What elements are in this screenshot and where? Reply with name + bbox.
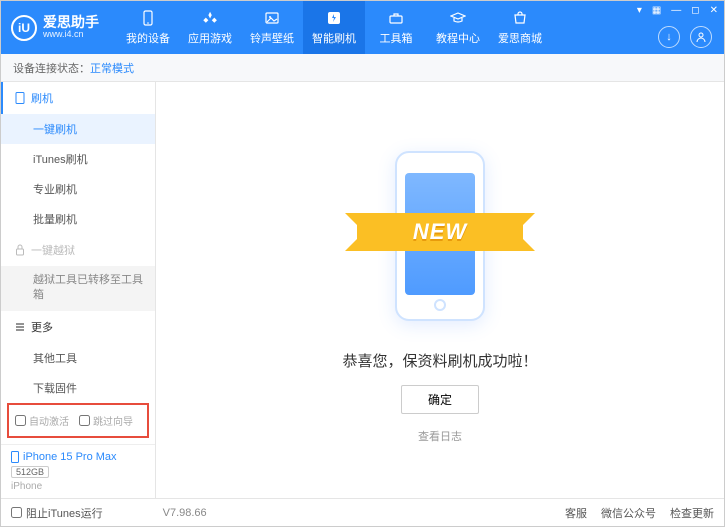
sidebar-item-download-firmware[interactable]: 下载固件 — [1, 373, 155, 397]
phone-illustration: NEW — [375, 136, 505, 336]
sidebar-item-itunes-flash[interactable]: iTunes刷机 — [1, 144, 155, 174]
device-phone-icon — [11, 451, 19, 463]
menu-icon[interactable]: ▾ — [637, 5, 642, 16]
sidebar-jailbreak-note: 越狱工具已转移至工具箱 — [1, 266, 155, 311]
view-log-link[interactable]: 查看日志 — [418, 428, 462, 444]
device-capacity: 512GB — [11, 466, 49, 478]
nav-label: 爱思商城 — [498, 30, 542, 46]
close-button[interactable]: ✕ — [710, 5, 718, 16]
nav-toolbox[interactable]: 工具箱 — [365, 1, 427, 54]
connection-status-bar: 设备连接状态： 正常模式 — [1, 54, 724, 82]
nav-tutorials[interactable]: 教程中心 — [427, 1, 489, 54]
sidebar-item-batch-flash[interactable]: 批量刷机 — [1, 204, 155, 234]
phone-small-icon — [15, 92, 25, 104]
nav-label: 我的设备 — [126, 30, 170, 46]
device-name: iPhone 15 Pro Max — [23, 451, 117, 463]
auto-activate-checkbox[interactable]: 自动激活 — [15, 413, 69, 428]
image-icon — [263, 9, 281, 27]
toolbox-icon — [387, 9, 405, 27]
footer-wechat[interactable]: 微信公众号 — [601, 505, 656, 521]
sidebar-group-jailbreak: 一键越狱 — [1, 234, 155, 266]
status-mode: 正常模式 — [90, 60, 134, 76]
nav-apps-games[interactable]: 应用游戏 — [179, 1, 241, 54]
nav-label: 工具箱 — [380, 30, 413, 46]
nav-smart-flash[interactable]: 智能刷机 — [303, 1, 365, 54]
title-bar: iU 爱思助手 www.i4.cn 我的设备 应用游戏 铃声壁纸 智能刷机 — [1, 1, 724, 54]
app-logo: iU 爱思助手 www.i4.cn — [11, 15, 99, 41]
skin-icon[interactable]: ▦ — [652, 5, 661, 16]
download-button[interactable]: ↓ — [658, 26, 680, 48]
nav-label: 铃声壁纸 — [250, 30, 294, 46]
store-icon — [511, 9, 529, 27]
sidebar-item-pro-flash[interactable]: 专业刷机 — [1, 174, 155, 204]
ok-button[interactable]: 确定 — [401, 385, 479, 414]
main-nav: 我的设备 应用游戏 铃声壁纸 智能刷机 工具箱 教程中心 — [117, 1, 551, 54]
nav-store[interactable]: 爱思商城 — [489, 1, 551, 54]
device-type: iPhone — [11, 481, 145, 492]
minimize-button[interactable]: — — [671, 5, 681, 16]
sidebar-group-flash[interactable]: 刷机 — [1, 82, 155, 114]
skip-setup-checkbox[interactable]: 跳过向导 — [79, 413, 133, 428]
lock-icon — [15, 244, 25, 256]
flash-icon — [325, 9, 343, 27]
apps-icon — [201, 9, 219, 27]
block-itunes-checkbox[interactable]: 阻止iTunes运行 — [11, 505, 103, 521]
user-button[interactable] — [690, 26, 712, 48]
version-label: V7.98.66 — [163, 507, 207, 519]
status-prefix: 设备连接状态： — [13, 60, 90, 76]
sidebar-group-more[interactable]: 更多 — [1, 311, 155, 343]
nav-label: 智能刷机 — [312, 30, 356, 46]
logo-icon: iU — [11, 15, 37, 41]
nav-label: 应用游戏 — [188, 30, 232, 46]
sidebar-item-oneclick-flash[interactable]: 一键刷机 — [1, 114, 155, 144]
sidebar-item-other-tools[interactable]: 其他工具 — [1, 343, 155, 373]
device-info[interactable]: iPhone 15 Pro Max 512GB iPhone — [1, 444, 155, 498]
new-ribbon: NEW — [357, 213, 523, 251]
main-content: NEW 恭喜您，保资料刷机成功啦！ 确定 查看日志 — [156, 82, 724, 498]
nav-ringtone-wallpaper[interactable]: 铃声壁纸 — [241, 1, 303, 54]
maximize-button[interactable]: ◻ — [691, 5, 699, 16]
app-name: 爱思助手 — [43, 15, 99, 30]
footer-bar: 阻止iTunes运行 V7.98.66 客服 微信公众号 检查更新 — [1, 498, 724, 526]
nav-label: 教程中心 — [436, 30, 480, 46]
phone-icon — [139, 9, 157, 27]
window-controls: ▾ ▦ — ◻ ✕ — [637, 5, 718, 16]
app-site: www.i4.cn — [43, 30, 99, 40]
sidebar-options-box: 自动激活 跳过向导 — [7, 403, 149, 438]
nav-my-device[interactable]: 我的设备 — [117, 1, 179, 54]
success-message: 恭喜您，保资料刷机成功啦！ — [342, 350, 537, 371]
footer-check-update[interactable]: 检查更新 — [670, 505, 714, 521]
hamburger-icon — [15, 322, 25, 332]
graduation-icon — [449, 9, 467, 27]
sidebar: 刷机 一键刷机 iTunes刷机 专业刷机 批量刷机 一键越狱 越狱工具已转移至… — [1, 82, 156, 498]
footer-support[interactable]: 客服 — [565, 505, 587, 521]
